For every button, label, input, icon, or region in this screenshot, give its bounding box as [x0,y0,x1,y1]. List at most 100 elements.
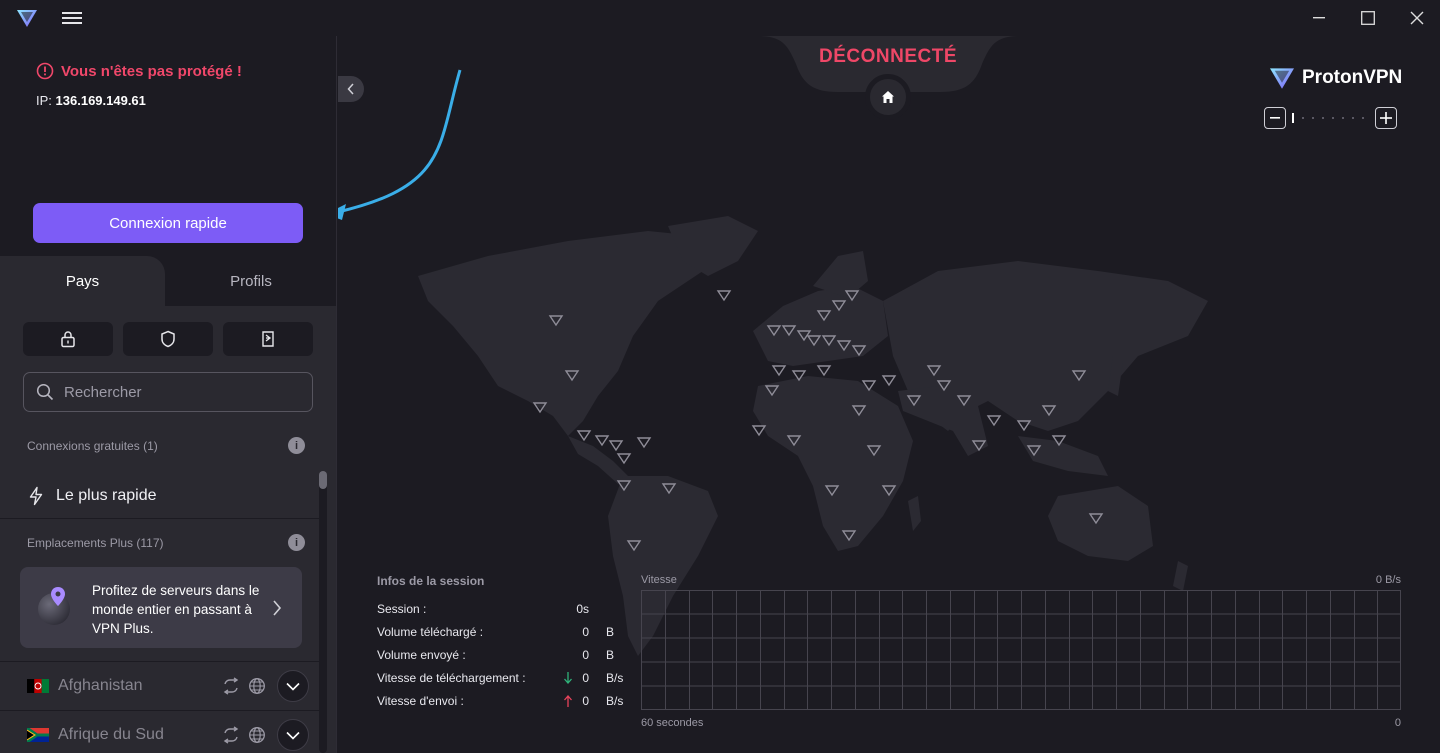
arrow-down-icon [564,672,572,684]
globe-icon [249,678,265,694]
map-area: DÉCONNECTÉ ProtonVPN Infos de la session… [338,36,1440,753]
session-info: Infos de la session Session : 0s Volume … [377,574,627,717]
zoom-in-button[interactable] [1375,107,1397,129]
upload-speed-label: Vitesse d'envoi : [377,694,464,708]
downloaded-value: 0 [582,625,589,639]
upgrade-plus-text: Profitez de serveurs dans le monde entie… [92,583,260,636]
protonvpn-logo-icon [1270,68,1294,89]
download-speed-value: 0 [582,671,589,685]
info-icon[interactable]: i [288,534,305,551]
p2p-filter-button[interactable] [223,322,313,356]
uploaded-label: Volume envoyé : [377,648,466,662]
south-africa-flag-icon [27,728,49,742]
uploaded-value: 0 [582,648,589,662]
plus-icon [1380,112,1392,124]
lightning-icon [29,486,43,505]
expand-button[interactable] [277,670,309,702]
downloaded-row: Volume téléchargé : 0 B [377,625,627,648]
secure-core-filter-button[interactable] [23,322,113,356]
alert-icon [36,62,54,80]
warning-text: Vous n'êtes pas protégé ! [61,62,242,80]
chevron-left-icon [347,83,354,95]
downloaded-label: Volume téléchargé : [377,625,484,639]
minimize-button[interactable] [1296,0,1342,36]
session-label: Session : [377,602,427,616]
streaming-icon [223,726,239,744]
tab-profiles[interactable]: Profils [165,256,336,306]
country-row-south-africa[interactable]: Afrique du Sud [0,710,320,753]
close-button[interactable] [1394,0,1440,36]
graph-x-end: 0 [1394,717,1401,729]
sidebar: Vous n'êtes pas protégé ! IP: 136.169.14… [0,36,337,753]
country-name: Afghanistan [58,677,143,694]
close-icon [1410,11,1424,25]
graph-x-start: 60 secondes [641,717,704,729]
quick-connect-button[interactable]: Connexion rapide [33,203,303,243]
ip-label: IP: [36,93,52,108]
zoom-control [1264,107,1400,129]
minimize-icon [1313,17,1325,19]
unprotected-warning: Vous n'êtes pas protégé ! [36,62,242,80]
graph-title: Vitesse [641,574,677,586]
download-speed-row: Vitesse de téléchargement : 0 B/s [377,671,627,694]
arrow-up-icon [564,695,572,707]
info-icon[interactable]: i [288,437,305,454]
netshield-filter-button[interactable] [123,322,213,356]
protonvpn-logo-icon [17,10,37,27]
upload-speed-row: Vitesse d'envoi : 0 B/s [377,694,627,717]
fastest-server-item[interactable]: Le plus rapide [0,473,320,519]
upgrade-plus-card[interactable]: Profitez de serveurs dans le monde entie… [20,567,302,648]
search-field[interactable] [23,372,313,412]
chevron-right-icon [273,600,282,616]
shield-icon [161,330,175,348]
uploaded-unit: B [606,648,615,662]
ip-address: IP: 136.169.149.61 [36,93,146,108]
lock-icon [61,331,75,348]
country-name: Afrique du Sud [58,726,164,743]
download-speed-unit: B/s [606,671,624,685]
globe-pin-icon [38,587,70,625]
downloaded-unit: B [606,625,615,639]
connection-status-text: DÉCONNECTÉ [818,46,957,67]
uploaded-row: Volume envoyé : 0 B [377,648,627,671]
graph-current-speed: 0 B/s [1375,574,1401,586]
brand-name: ProtonVPN [1302,67,1403,88]
globe-icon [249,727,265,743]
zoom-slider[interactable] [1292,113,1372,123]
expand-button[interactable] [277,719,309,751]
download-speed-label: Vitesse de téléchargement : [377,671,526,685]
plus-locations-label: Emplacements Plus (117) [27,536,164,550]
home-icon [882,91,894,103]
tabs: Pays Profils [0,256,336,306]
fastest-label: Le plus rapide [56,486,157,504]
search-input[interactable] [64,383,304,401]
chevron-down-icon [286,731,300,740]
upload-speed-unit: B/s [606,694,624,708]
session-value: 0s [576,602,589,616]
tab-countries[interactable]: Pays [0,256,165,306]
session-row: Session : 0s [377,602,627,625]
collapse-sidebar-button[interactable] [338,76,364,102]
scrollbar-thumb[interactable] [319,471,327,489]
upload-speed-value: 0 [582,694,589,708]
maximize-icon [1361,11,1375,25]
zoom-out-button[interactable] [1264,107,1286,129]
p2p-icon [262,331,274,347]
afghanistan-flag-icon [27,679,49,693]
country-row-afghanistan[interactable]: Afghanistan [0,661,320,710]
maximize-button[interactable] [1345,0,1391,36]
search-icon [36,383,54,401]
speed-graph: Vitesse 0 B/s 60 secondes 0 [641,574,1401,734]
scrollbar-track[interactable] [319,471,327,753]
minus-icon [1270,117,1280,119]
brand-logo: ProtonVPN [1268,66,1402,90]
streaming-icon [223,677,239,695]
ip-value: 136.169.149.61 [55,93,146,108]
countries-panel: Connexions gratuites (1) i Le plus rapid… [0,306,336,753]
session-title: Infos de la session [377,574,485,588]
free-connections-label: Connexions gratuites (1) [27,439,158,453]
chevron-down-icon [286,682,300,691]
menu-button[interactable] [62,9,82,27]
home-button[interactable] [865,74,911,120]
speed-graph-grid [641,590,1401,710]
